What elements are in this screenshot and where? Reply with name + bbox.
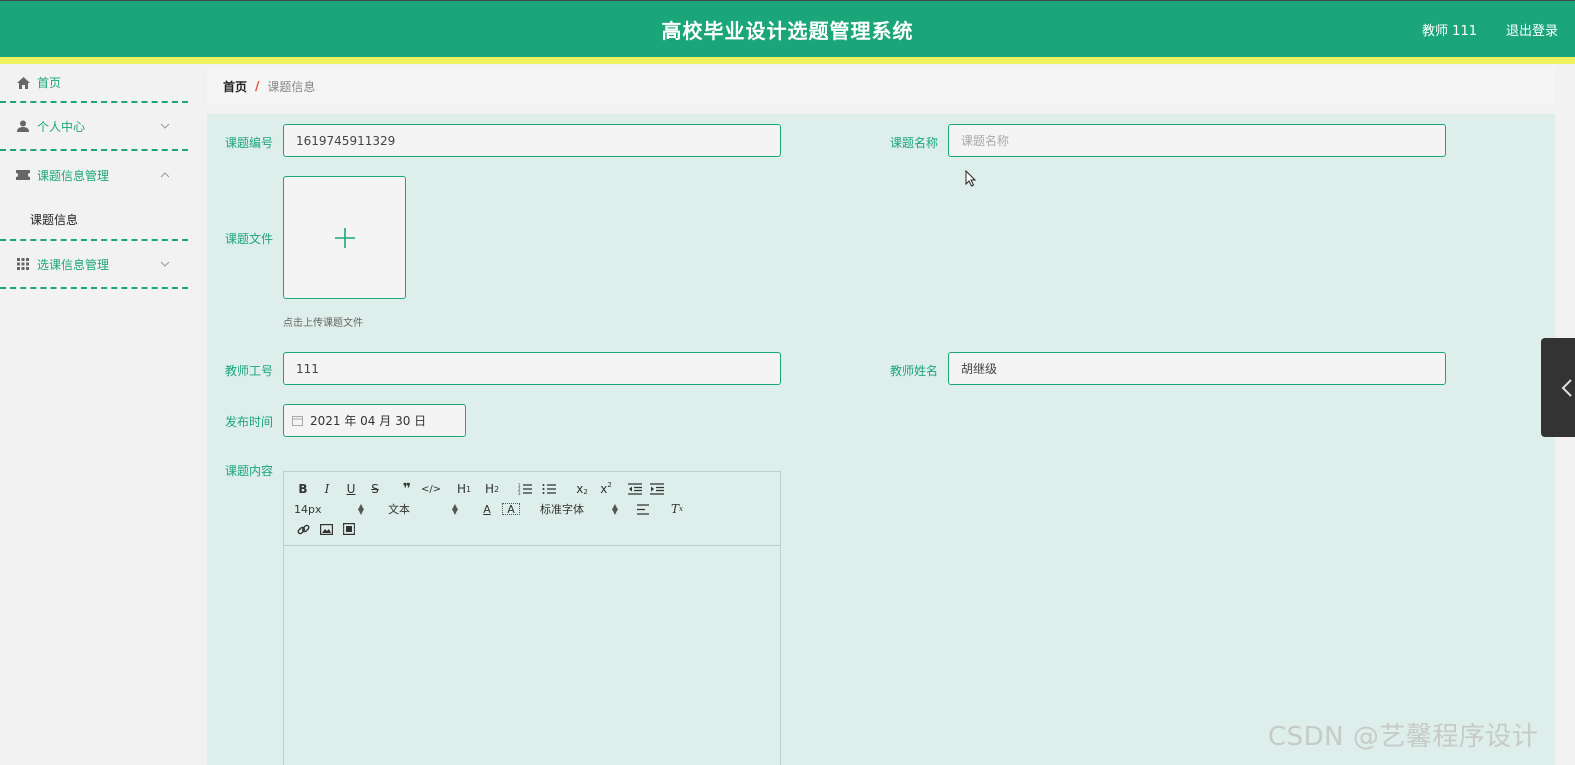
form-panel: 课题编号 1619745911329 课题名称 课题名称 课题文件 点击上传课题…: [207, 114, 1555, 765]
ordered-list-button[interactable]: 123: [516, 481, 534, 497]
subscript-button[interactable]: x2: [572, 481, 592, 497]
select-arrow-icon: ▲ ▼: [357, 502, 364, 516]
breadcrumb: 首页 / 课题信息: [207, 67, 1555, 105]
font-color-button[interactable]: A: [478, 501, 496, 517]
editor-toolbar: B I U S ❞ </> H1 H2 123 x2 x2 14px ▲ ▼ 文…: [284, 472, 780, 546]
file-upload-button[interactable]: [283, 176, 406, 299]
content-label: 课题内容: [224, 464, 273, 478]
breadcrumb-separator: /: [255, 79, 260, 93]
teacher-no-input[interactable]: 111: [283, 352, 781, 385]
top-header: 高校毕业设计选题管理系统 教师 111 退出登录: [0, 0, 1575, 57]
header-select[interactable]: 文本 ▲ ▼: [388, 501, 458, 517]
logout-link[interactable]: 退出登录: [1506, 20, 1558, 39]
sidebar-item-label: 课题信息管理: [37, 168, 110, 183]
breadcrumb-home[interactable]: 首页: [223, 78, 247, 95]
font-family-value: 标准字体: [540, 503, 584, 516]
font-size-select[interactable]: 14px ▲ ▼: [294, 503, 364, 516]
video-icon: [343, 523, 355, 535]
publish-time-label: 发布时间: [224, 415, 273, 429]
select-arrow-icon: ▲ ▼: [611, 502, 618, 516]
blockquote-button[interactable]: ❞: [398, 481, 416, 497]
topic-name-label: 课题名称: [889, 136, 938, 150]
bold-button[interactable]: B: [294, 481, 312, 497]
ticket-icon: [16, 168, 30, 182]
mouse-cursor-icon: [965, 170, 977, 187]
outdent-icon: [628, 483, 642, 495]
breadcrumb-current: 课题信息: [267, 79, 316, 94]
side-collapse-tab[interactable]: [1541, 338, 1575, 437]
select-arrow-icon: ▲ ▼: [451, 502, 458, 516]
strike-button[interactable]: S: [366, 481, 384, 497]
outdent-button[interactable]: [626, 481, 644, 497]
align-left-icon: [637, 503, 649, 515]
header-select-value: 文本: [388, 503, 410, 516]
editor-content-area[interactable]: [284, 546, 780, 765]
app-title: 高校毕业设计选题管理系统: [661, 19, 914, 43]
watermark: CSDN @艺馨程序设计: [1268, 722, 1539, 752]
topic-name-input[interactable]: 课题名称: [948, 124, 1446, 157]
chevron-left-icon: [1561, 379, 1572, 397]
h1-button[interactable]: H1: [454, 481, 474, 497]
link-button[interactable]: [294, 521, 312, 537]
clean-format-button[interactable]: Tx: [668, 501, 686, 517]
upload-hint: 点击上传课题文件: [283, 318, 363, 329]
user-icon: [16, 119, 30, 133]
font-size-value: 14px: [294, 502, 322, 516]
code-block-button[interactable]: </>: [421, 481, 441, 497]
sidebar-item-topic-management[interactable]: 课题信息管理: [0, 151, 188, 199]
teacher-no-label: 教师工号: [224, 364, 273, 378]
bullet-list-button[interactable]: [540, 481, 558, 497]
plus-icon: [334, 227, 355, 248]
topic-file-label: 课题文件: [224, 232, 273, 246]
publish-date-picker[interactable]: 2021 年 04 月 30 日: [283, 404, 466, 437]
sidebar-item-label: 首页: [37, 76, 62, 90]
sidebar-subitem-topic-info[interactable]: 课题信息: [0, 199, 188, 241]
superscript-button[interactable]: x2: [596, 481, 616, 497]
header-accent-bar: [0, 57, 1575, 64]
ordered-list-icon: 123: [518, 483, 532, 495]
link-icon: [297, 524, 309, 534]
rich-text-editor: B I U S ❞ </> H1 H2 123 x2 x2 14px ▲ ▼ 文…: [283, 471, 781, 765]
sidebar-item-home[interactable]: 首页: [0, 64, 188, 103]
image-icon: [319, 523, 333, 535]
sidebar-item-personal-center[interactable]: 个人中心: [0, 103, 188, 151]
font-family-select[interactable]: 标准字体 ▲ ▼: [540, 501, 618, 517]
indent-button[interactable]: [648, 481, 666, 497]
bullet-list-icon: [542, 484, 556, 494]
align-button[interactable]: [634, 501, 652, 517]
svg-text:3: 3: [518, 491, 521, 495]
teacher-name-input[interactable]: 胡继级: [948, 352, 1446, 385]
h2-button[interactable]: H2: [482, 481, 502, 497]
underline-button[interactable]: U: [342, 481, 360, 497]
current-user: 教师 111: [1422, 24, 1477, 39]
chevron-up-icon: [160, 172, 170, 178]
sidebar-item-label: 选课信息管理: [37, 257, 110, 272]
sidebar: 首页 个人中心 课题信息管理 课题信息 选课信息管理: [0, 64, 188, 765]
chevron-down-icon: [160, 123, 170, 129]
indent-icon: [650, 483, 664, 495]
chevron-down-icon: [160, 261, 170, 267]
topic-no-label: 课题编号: [224, 136, 273, 150]
publish-date-value: 2021 年 04 月 30 日: [310, 414, 427, 428]
calendar-icon: [292, 416, 303, 426]
home-icon: [16, 76, 30, 90]
teacher-name-label: 教师姓名: [889, 364, 938, 378]
sidebar-item-course-selection[interactable]: 选课信息管理: [0, 241, 188, 289]
grid-icon: [16, 257, 30, 271]
background-color-button[interactable]: A: [502, 503, 520, 516]
topic-no-input[interactable]: 1619745911329: [283, 124, 781, 157]
italic-button[interactable]: I: [318, 481, 336, 497]
video-button[interactable]: [340, 521, 358, 537]
image-button[interactable]: [317, 521, 335, 537]
sidebar-item-label: 个人中心: [37, 119, 86, 134]
